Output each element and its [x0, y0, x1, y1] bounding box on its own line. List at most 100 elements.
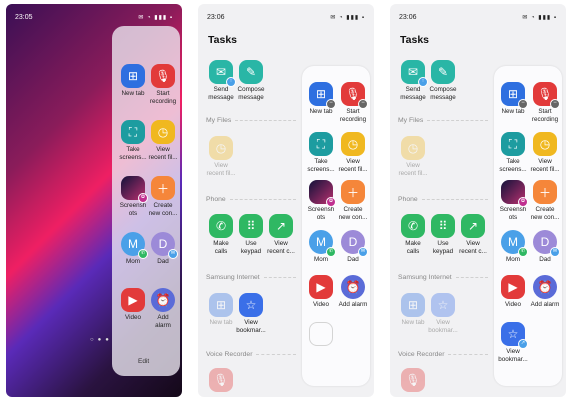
- edge-item-contact-mom[interactable]: M ✆ Mom: [116, 232, 150, 266]
- panel-item-video[interactable]: ▶ Video: [304, 275, 338, 309]
- alarm-icon: ⏰: [533, 275, 557, 299]
- recent-files-icon: ◷: [401, 136, 425, 160]
- panel-item-label: Start recording: [531, 108, 559, 123]
- section-label: Phone: [206, 196, 226, 203]
- task-new-tab[interactable]: ⊞ New tab: [396, 293, 430, 327]
- task-label: Make calls: [213, 240, 229, 255]
- task-compose-message[interactable]: ✎ Compose message: [426, 60, 460, 101]
- task-view-recent-files[interactable]: ◷ View recent fil...: [204, 136, 238, 177]
- panel-item-contact-mom[interactable]: M ✆ Mom: [304, 230, 338, 264]
- edge-item-new-tab[interactable]: ⊞ New tab: [116, 64, 150, 98]
- task-use-keypad[interactable]: ⠿ Use keypad: [234, 214, 268, 255]
- edge-item-create-contact[interactable]: ＋ Create new con...: [146, 176, 180, 217]
- task-send-message[interactable]: ✉ ↑ Send message: [396, 60, 430, 101]
- panel-item-screenshots[interactable]: ✿ Screensh ots: [496, 180, 530, 221]
- edge-item-video[interactable]: ▶ Video: [116, 288, 150, 322]
- panel-item-new-tab[interactable]: ⊞ − New tab: [304, 82, 338, 116]
- section-phone: Phone: [206, 196, 296, 203]
- task-make-calls[interactable]: ✆ Make calls: [396, 214, 430, 255]
- task-label: Use keypad: [432, 240, 454, 255]
- panel-item-view-bookmarks[interactable]: ☆ ↗ View bookmar...: [496, 322, 530, 363]
- remove-icon[interactable]: −: [326, 99, 336, 109]
- tasks-editor-screen: 23:06 ✉ ◔ ▮▮▮ ▪ Tasks ✉ ↑ Send message ✎ …: [198, 4, 374, 397]
- task-voice-recorder[interactable]: 🎙︎: [204, 368, 238, 392]
- edge-item-screenshots[interactable]: ✿ Screensh ots: [116, 176, 150, 217]
- gallery-badge-icon: ✿: [326, 197, 336, 207]
- panel-item-label: Screensh ots: [499, 206, 527, 221]
- panel-item-label: Video: [505, 301, 521, 308]
- edge-item-view-recent-files[interactable]: ◷ View recent fil...: [146, 120, 180, 161]
- task-view-bookmarks[interactable]: ☆ View bookmar...: [426, 293, 460, 334]
- edge-item-label: Create new con...: [148, 202, 178, 217]
- task-view-recent-calls[interactable]: ↗ View recent c...: [456, 214, 490, 255]
- task-use-keypad[interactable]: ⠿ Use keypad: [426, 214, 460, 255]
- task-compose-message[interactable]: ✎ Compose message: [234, 60, 268, 101]
- task-make-calls[interactable]: ✆ Make calls: [204, 214, 238, 255]
- task-label: Compose message: [429, 86, 457, 101]
- panel-item-label: New tab: [501, 108, 525, 115]
- panel-item-contact-dad[interactable]: D ✉ Dad: [528, 230, 562, 264]
- page-indicator[interactable]: ○●●: [90, 337, 113, 343]
- status-icons: ✉ ◔ ▮▮▮ ▪: [330, 14, 365, 21]
- task-label: Send message: [400, 86, 426, 101]
- panel-item-video[interactable]: ▶ Video: [496, 275, 530, 309]
- edge-item-label: Dad: [157, 258, 169, 265]
- panel-item-new-tab[interactable]: ⊞ − New tab: [496, 82, 530, 116]
- section-voice-recorder: Voice Recorder: [206, 351, 296, 358]
- edge-panel-screen: 23:05 ✉ ◔ ▮▮▮ ▪ ⊞ New tab 🎙︎ Start recor…: [6, 4, 182, 397]
- panel-item-label: Screensh ots: [307, 206, 335, 221]
- panel-item-start-recording[interactable]: 🎙︎ − Start recording: [528, 82, 562, 123]
- task-label: View recent fil...: [398, 162, 428, 177]
- panel-item-view-recent-files[interactable]: ◷ View recent fil...: [336, 132, 370, 173]
- message-badge-icon: ✉: [358, 247, 368, 257]
- panel-item-take-screenshot[interactable]: ⛶ Take screens...: [304, 132, 338, 173]
- panel-item-label: Add alarm: [338, 301, 368, 308]
- task-label: Use keypad: [240, 240, 262, 255]
- panel-item-label: New tab: [309, 108, 333, 115]
- panel-item-contact-mom[interactable]: M ✆ Mom: [496, 230, 530, 264]
- remove-icon[interactable]: −: [550, 99, 560, 109]
- edge-item-label: New tab: [121, 90, 145, 97]
- edge-item-take-screenshot[interactable]: ⛶ Take screens...: [116, 120, 150, 161]
- status-time: 23:06: [207, 13, 225, 21]
- mic-icon: 🎙︎: [151, 64, 175, 88]
- panel-item-label: Video: [313, 301, 329, 308]
- empty-panel-slot[interactable]: [309, 322, 333, 346]
- panel-item-screenshots[interactable]: ✿ Screensh ots: [304, 180, 338, 221]
- edge-item-start-recording[interactable]: 🎙︎ Start recording: [146, 64, 180, 105]
- task-view-recent-files[interactable]: ◷ View recent fil...: [396, 136, 430, 177]
- mic-icon: 🎙︎: [209, 368, 233, 392]
- tasks-editor-screen-after-add: 23:06 ✉ ◔ ▮▮▮ ▪ Tasks ✉ ↑ Send message ✎ …: [390, 4, 566, 397]
- contact-avatar-icon: D ✉: [533, 230, 560, 257]
- edge-item-label: Video: [125, 314, 141, 321]
- task-view-recent-calls[interactable]: ↗ View recent c...: [264, 214, 298, 255]
- edge-item-label: View recent fil...: [148, 146, 178, 161]
- task-view-bookmarks[interactable]: ☆ View bookmar...: [234, 293, 268, 334]
- edge-item-label: Take screens...: [119, 146, 147, 161]
- panel-item-create-contact[interactable]: ＋ Create new con...: [336, 180, 370, 221]
- remove-icon[interactable]: −: [518, 99, 528, 109]
- panel-preview: ⊞ − New tab 🎙︎ − Start recording ⛶ Take sc…: [302, 66, 370, 386]
- new-tab-icon: ⊞ −: [501, 82, 528, 109]
- panel-item-add-alarm[interactable]: ⏰ Add alarm: [528, 275, 562, 309]
- section-divider: [427, 120, 488, 121]
- phone-badge-icon: ✆: [326, 247, 336, 257]
- bookmark-icon: ☆: [239, 293, 263, 317]
- section-phone: Phone: [398, 196, 488, 203]
- task-send-message[interactable]: ✉ ↑ Send message: [204, 60, 238, 101]
- screenshots-icon: ✿: [121, 176, 148, 203]
- task-voice-recorder[interactable]: 🎙︎: [396, 368, 430, 392]
- keypad-icon: ⠿: [239, 214, 263, 238]
- task-new-tab[interactable]: ⊞ New tab: [204, 293, 238, 327]
- panel-item-contact-dad[interactable]: D ✉ Dad: [336, 230, 370, 264]
- panel-item-create-contact[interactable]: ＋ Create new con...: [528, 180, 562, 221]
- panel-item-view-recent-files[interactable]: ◷ View recent fil...: [528, 132, 562, 173]
- mic-icon: 🎙︎: [401, 368, 425, 392]
- panel-item-start-recording[interactable]: 🎙︎ − Start recording: [336, 82, 370, 123]
- edit-button[interactable]: Edit: [138, 358, 149, 365]
- edge-item-add-alarm[interactable]: ⏰ Add alarm: [146, 288, 180, 329]
- panel-item-add-alarm[interactable]: ⏰ Add alarm: [336, 275, 370, 309]
- panel-item-take-screenshot[interactable]: ⛶ Take screens...: [496, 132, 530, 173]
- edge-item-contact-dad[interactable]: D ✉ Dad: [146, 232, 180, 266]
- remove-icon[interactable]: −: [358, 99, 368, 109]
